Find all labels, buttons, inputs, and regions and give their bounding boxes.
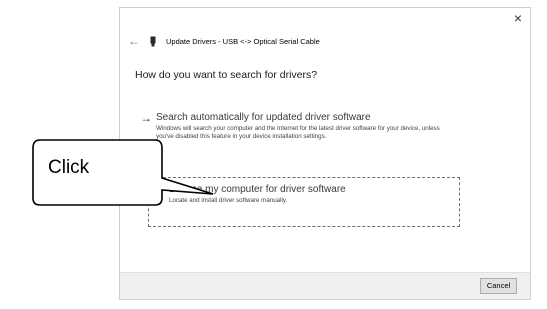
option-description: Locate and install driver software manua… [169, 197, 288, 204]
callout-label: Click [48, 157, 90, 178]
dialog-titlebar: ← Update Drivers - USB <-> Optical Seria… [128, 33, 488, 49]
option-description: Windows will search your computer and th… [156, 125, 440, 140]
update-drivers-dialog: × ← Update Drivers - USB <-> Optical Ser… [119, 7, 531, 300]
option-title: Browse my computer for driver software [169, 184, 346, 195]
arrow-right-icon: → [153, 183, 165, 197]
usb-device-icon [148, 35, 158, 47]
page-heading: How do you want to search for drivers? [135, 69, 318, 81]
close-icon[interactable]: × [510, 10, 526, 26]
option-title: Search automatically for updated driver … [156, 112, 371, 123]
dialog-title: Update Drivers - USB <-> Optical Serial … [166, 36, 320, 46]
cancel-button[interactable]: Cancel [480, 278, 517, 294]
browse-computer-option[interactable]: → Browse my computer for driver software… [148, 177, 460, 227]
dialog-footer: Cancel [120, 272, 530, 299]
arrow-right-icon: → [140, 111, 152, 125]
search-automatically-option[interactable]: → Search automatically for updated drive… [140, 111, 458, 161]
back-arrow-icon[interactable]: ← [128, 33, 140, 49]
